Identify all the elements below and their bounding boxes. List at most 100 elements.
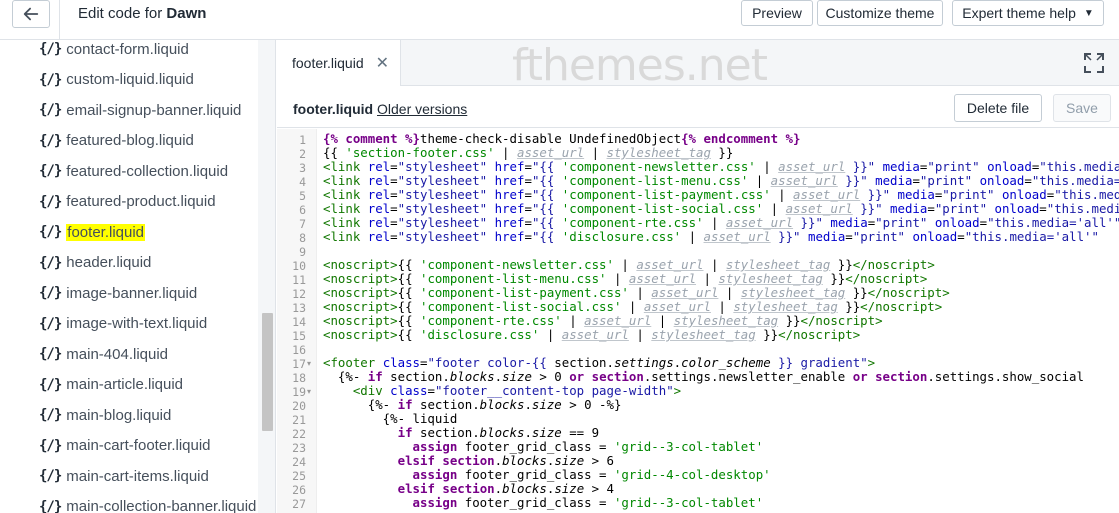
sidebar-scrollbar-track[interactable] (258, 40, 275, 513)
code-token: assign (412, 439, 458, 454)
liquid-file-icon: {/} (39, 468, 62, 484)
older-versions-link[interactable]: Older versions (377, 101, 467, 117)
code-token: 'grid--4-col-desktop' (613, 467, 771, 482)
code-token: = (524, 187, 532, 202)
code-token: = (979, 215, 988, 230)
back-button[interactable] (12, 0, 50, 28)
code-token: 'component-list-social.css' (420, 299, 622, 314)
code-token: "stylesheet" (397, 215, 488, 230)
expand-icon[interactable] (1083, 52, 1105, 74)
code-token: | (748, 173, 771, 188)
code-token: | (710, 299, 734, 314)
code-token: href (494, 187, 525, 202)
code-token: stylesheet_tag (725, 257, 831, 272)
code-token: | (703, 257, 726, 272)
code-token: 'grid--3-col-tablet' (613, 439, 764, 454)
code-token: 'component-newsletter.css' (420, 257, 614, 272)
code-token: {%- (323, 369, 368, 384)
line-number: 16 (292, 343, 306, 357)
code-token: onload (987, 159, 1032, 174)
code-token: class (390, 383, 428, 398)
liquid-file-icon: {/} (39, 163, 62, 179)
code-token: blocks (502, 453, 547, 468)
code-token: asset_url (561, 327, 629, 342)
preview-label: Preview (752, 5, 802, 21)
code-token: rel (367, 215, 391, 230)
save-button[interactable]: Save (1053, 94, 1111, 122)
file-item[interactable]: {/} main-article.liquid (39, 373, 183, 397)
file-item[interactable]: {/} featured-product.liquid (39, 190, 216, 214)
file-item[interactable]: {/} featured-collection.liquid (39, 159, 228, 183)
top-bar-divider (59, 0, 60, 40)
code-token: asset_url (628, 271, 697, 286)
code-token: {{ (397, 271, 420, 286)
file-item[interactable]: {/} main-collection-banner.liquid (39, 495, 256, 513)
code-token: | (539, 327, 562, 342)
file-item[interactable]: {/} main-404.liquid (39, 342, 168, 366)
file-item[interactable]: {/} footer.liquid (39, 220, 146, 244)
file-item[interactable]: {/} featured-blog.liquid (39, 129, 194, 153)
code-token: | (763, 201, 786, 216)
code-token: 'disclosure.css' (561, 229, 682, 244)
file-label: main-blog.liquid (66, 406, 172, 424)
code-token: {{ (397, 327, 420, 342)
code-token: <noscript> (323, 285, 398, 300)
code-token: "stylesheet" (397, 173, 488, 188)
file-item[interactable]: {/} header.liquid (39, 251, 151, 275)
file-item[interactable]: {/} image-with-text.liquid (39, 312, 207, 336)
file-item[interactable]: {/} contact-form.liquid (39, 40, 189, 61)
code-token: {{ (397, 299, 420, 314)
code-line: <noscript>{{ 'component-newsletter.css' … (323, 258, 935, 272)
code-token: if (397, 425, 413, 440)
code-token: <link (323, 173, 368, 188)
code-token: "this.media='all'" (1046, 201, 1119, 216)
delete-file-button[interactable]: Delete file (954, 94, 1042, 122)
code-token: media (882, 159, 920, 174)
code-token: rel (367, 187, 391, 202)
tab-footer-liquid[interactable]: footer.liquid ✕ (277, 40, 401, 86)
code-token: = (524, 159, 532, 174)
line-number: 24 (292, 455, 306, 469)
code-area[interactable]: 1 2 3 4 5 6 7 8 9 10 11 12 13 14 15 16 17 ▾ 18 19 ▾ 20 21 22 23 2… (277, 129, 1119, 513)
line-number: 6 (299, 203, 306, 217)
sidebar-scrollbar-thumb[interactable] (262, 313, 273, 431)
code-token: asset_url (778, 159, 846, 174)
file-item[interactable]: {/} main-blog.liquid (39, 403, 171, 427)
code-token: "{{ (531, 187, 562, 202)
expert-theme-help-button[interactable]: Expert theme help ▼ (952, 0, 1104, 26)
code-token: > 4 (584, 481, 614, 496)
code-token: "this.media='all'" (1031, 173, 1119, 188)
fold-toggle-icon[interactable]: ▾ (307, 357, 316, 371)
file-item[interactable]: {/} main-cart-items.liquid (39, 464, 209, 488)
preview-button[interactable]: Preview (741, 0, 813, 26)
fold-toggle-icon[interactable]: ▾ (307, 385, 316, 399)
code-token: 'grid--3-col-tablet' (613, 495, 764, 510)
code-token: stylesheet_tag (733, 299, 838, 314)
code-token: asset_url (725, 215, 794, 230)
code-token: | (770, 187, 794, 202)
code-token: "print" (875, 215, 928, 230)
file-item[interactable]: {/} email-signup-banner.liquid (39, 98, 241, 122)
code-token: {{ (397, 285, 420, 300)
code-token: section (875, 369, 928, 384)
code-token: <link (323, 201, 368, 216)
code-token: .settings.newsletter_enable (643, 369, 853, 384)
code-token: footer_grid_class = (457, 439, 614, 454)
customize-theme-button[interactable]: Customize theme (817, 0, 943, 26)
code-token: </noscript> (860, 299, 943, 314)
file-item[interactable]: {/} main-cart-footer.liquid (39, 434, 211, 458)
code-token: href (494, 229, 525, 244)
line-number: 1 (299, 133, 306, 147)
file-item[interactable]: {/} image-banner.liquid (39, 281, 197, 305)
file-item[interactable]: {/} custom-liquid.liquid (39, 68, 194, 92)
close-icon[interactable]: ✕ (376, 53, 389, 73)
code-token: asset_url (703, 229, 771, 244)
code-token: = (1024, 173, 1032, 188)
